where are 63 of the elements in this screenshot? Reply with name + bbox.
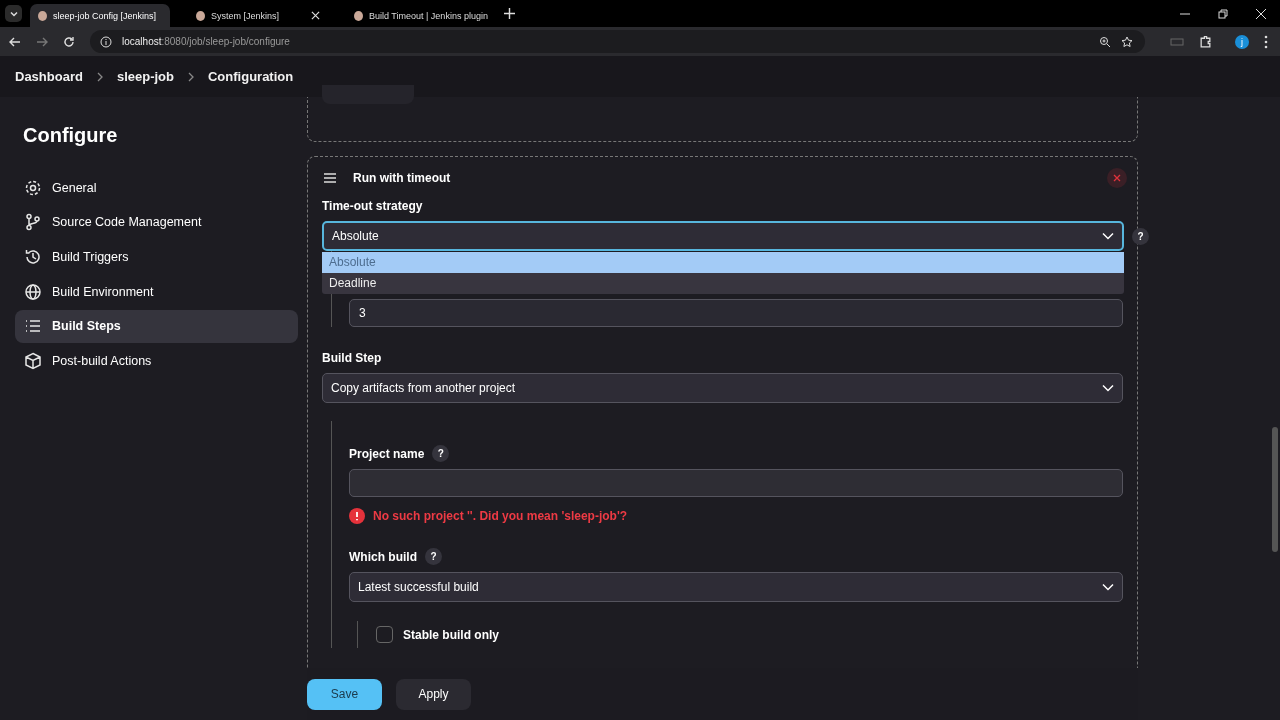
strategy-select[interactable]: Absolute bbox=[322, 221, 1124, 251]
project-name-input[interactable] bbox=[349, 469, 1123, 497]
info-icon[interactable] bbox=[100, 35, 112, 48]
error-message: No such project ''. Did you mean 'sleep-job'? bbox=[373, 509, 628, 523]
chevron-right-icon bbox=[188, 71, 194, 82]
close-icon[interactable] bbox=[311, 11, 320, 20]
field-label: Build Step bbox=[322, 351, 383, 365]
build-step-select[interactable]: Copy artifacts from another project bbox=[322, 373, 1123, 403]
extensions-icon[interactable] bbox=[1199, 35, 1212, 48]
page-title: Configure bbox=[23, 124, 119, 147]
chevron-down-icon bbox=[1102, 384, 1114, 392]
sidebar-item[interactable]: Source Code Management bbox=[15, 205, 298, 239]
jenkins-favicon-icon bbox=[354, 10, 363, 21]
timeout-input[interactable]: 3 bbox=[349, 299, 1123, 327]
breadcrumb-link[interactable]: Configuration bbox=[208, 69, 294, 84]
dropdown-option[interactable]: Deadline bbox=[322, 273, 1124, 294]
chevron-down-icon bbox=[1102, 232, 1114, 240]
field-label: Which build bbox=[349, 549, 417, 564]
checkbox[interactable] bbox=[376, 626, 393, 643]
tab-list-button[interactable] bbox=[5, 5, 22, 22]
jenkins-favicon-icon bbox=[196, 10, 205, 21]
step-title: Run with timeout bbox=[353, 171, 451, 185]
browser-tab[interactable]: sleep-job Config [Jenkins] bbox=[30, 4, 170, 27]
sidebar-item[interactable]: Build Steps bbox=[15, 309, 298, 343]
browser-tab[interactable]: Build Timeout | Jenkins plugin bbox=[346, 4, 486, 27]
back-icon[interactable] bbox=[9, 35, 21, 48]
globe-icon bbox=[24, 282, 42, 301]
field-label: Time-out strategy bbox=[322, 199, 424, 213]
drag-handle-icon[interactable] bbox=[323, 173, 337, 183]
help-icon[interactable]: ? bbox=[1132, 227, 1149, 245]
branch-icon bbox=[24, 213, 42, 232]
sidebar-item[interactable]: Post-build Actions bbox=[15, 344, 298, 378]
reload-icon[interactable] bbox=[63, 35, 75, 48]
help-icon[interactable]: ? bbox=[432, 445, 450, 462]
save-button[interactable]: Save bbox=[307, 678, 382, 710]
new-tab-icon[interactable] bbox=[504, 8, 515, 19]
sidebar-item[interactable]: General bbox=[15, 171, 298, 204]
checkbox-label: Stable build only bbox=[403, 627, 499, 642]
cube-icon bbox=[24, 351, 42, 370]
zoom-icon[interactable] bbox=[1099, 35, 1111, 48]
close-icon[interactable] bbox=[1256, 8, 1266, 19]
chevron-down-icon bbox=[1102, 583, 1114, 591]
which-build-select[interactable]: Latest successful build bbox=[349, 572, 1123, 602]
field-label: Project name bbox=[349, 446, 425, 461]
gear-icon bbox=[24, 178, 42, 197]
help-icon[interactable]: ? bbox=[425, 548, 442, 565]
profile-avatar[interactable]: j bbox=[1235, 34, 1249, 49]
menu-icon[interactable] bbox=[1264, 34, 1268, 49]
breadcrumb-link[interactable]: sleep-job bbox=[116, 69, 174, 84]
address-bar[interactable]: localhost:8080/job/sleep-job/configure bbox=[90, 30, 1145, 53]
browser-tab[interactable]: System [Jenkins] bbox=[188, 4, 328, 27]
error-icon bbox=[349, 508, 365, 524]
chevron-right-icon bbox=[96, 71, 103, 82]
forward-icon[interactable] bbox=[36, 35, 48, 48]
sidebar-item[interactable]: Build Triggers bbox=[15, 240, 298, 274]
star-icon[interactable] bbox=[1121, 35, 1133, 48]
restore-icon[interactable] bbox=[1218, 8, 1228, 19]
sidebar-item[interactable]: Build Environment bbox=[15, 275, 298, 309]
breadcrumb-link[interactable]: Dashboard bbox=[15, 69, 83, 84]
delete-icon[interactable] bbox=[1107, 168, 1127, 188]
apply-button[interactable]: Apply bbox=[396, 678, 471, 710]
clock-icon bbox=[24, 247, 42, 266]
jenkins-favicon-icon bbox=[38, 10, 47, 21]
